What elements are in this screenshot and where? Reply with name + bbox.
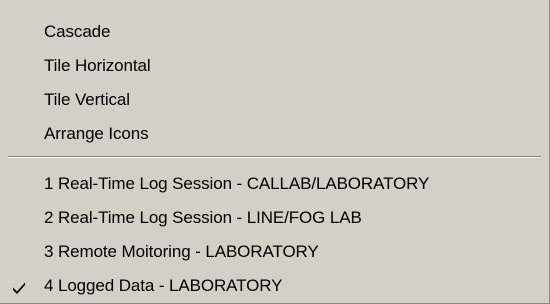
menu-item-window-4[interactable]: 4 Logged Data - LABORATORY [0, 269, 548, 303]
menu-item-window-2[interactable]: 2 Real-Time Log Session - LINE/FOG LAB [0, 201, 548, 235]
menu-item-arrange-icons[interactable]: Arrange Icons [0, 117, 548, 151]
menu-item-label: Arrange Icons [44, 124, 149, 143]
menu-item-cascade[interactable]: Cascade [0, 15, 548, 49]
menu-item-tile-horizontal[interactable]: Tile Horizontal [0, 49, 548, 83]
menu-item-window-3[interactable]: 3 Remote Moitoring - LABORATORY [0, 235, 548, 269]
menu-item-label: Cascade [44, 22, 111, 41]
menu-item-label: 1 Real-Time Log Session - CALLAB/LABORAT… [44, 174, 430, 193]
menu-item-label: 3 Remote Moitoring - LABORATORY [44, 242, 319, 261]
menu-item-label: Tile Vertical [44, 90, 130, 109]
menu-item-window-1[interactable]: 1 Real-Time Log Session - CALLAB/LABORAT… [0, 167, 548, 201]
menu-item-label: Tile Horizontal [44, 56, 151, 75]
menu-item-label: 4 Logged Data - LABORATORY [44, 276, 283, 295]
window-menu: Cascade Tile Horizontal Tile Vertical Ar… [0, 0, 550, 304]
menu-separator [8, 156, 541, 158]
menu-item-tile-vertical[interactable]: Tile Vertical [0, 83, 548, 117]
menu-item-label: 2 Real-Time Log Session - LINE/FOG LAB [44, 208, 362, 227]
checkmark-icon [13, 282, 25, 294]
